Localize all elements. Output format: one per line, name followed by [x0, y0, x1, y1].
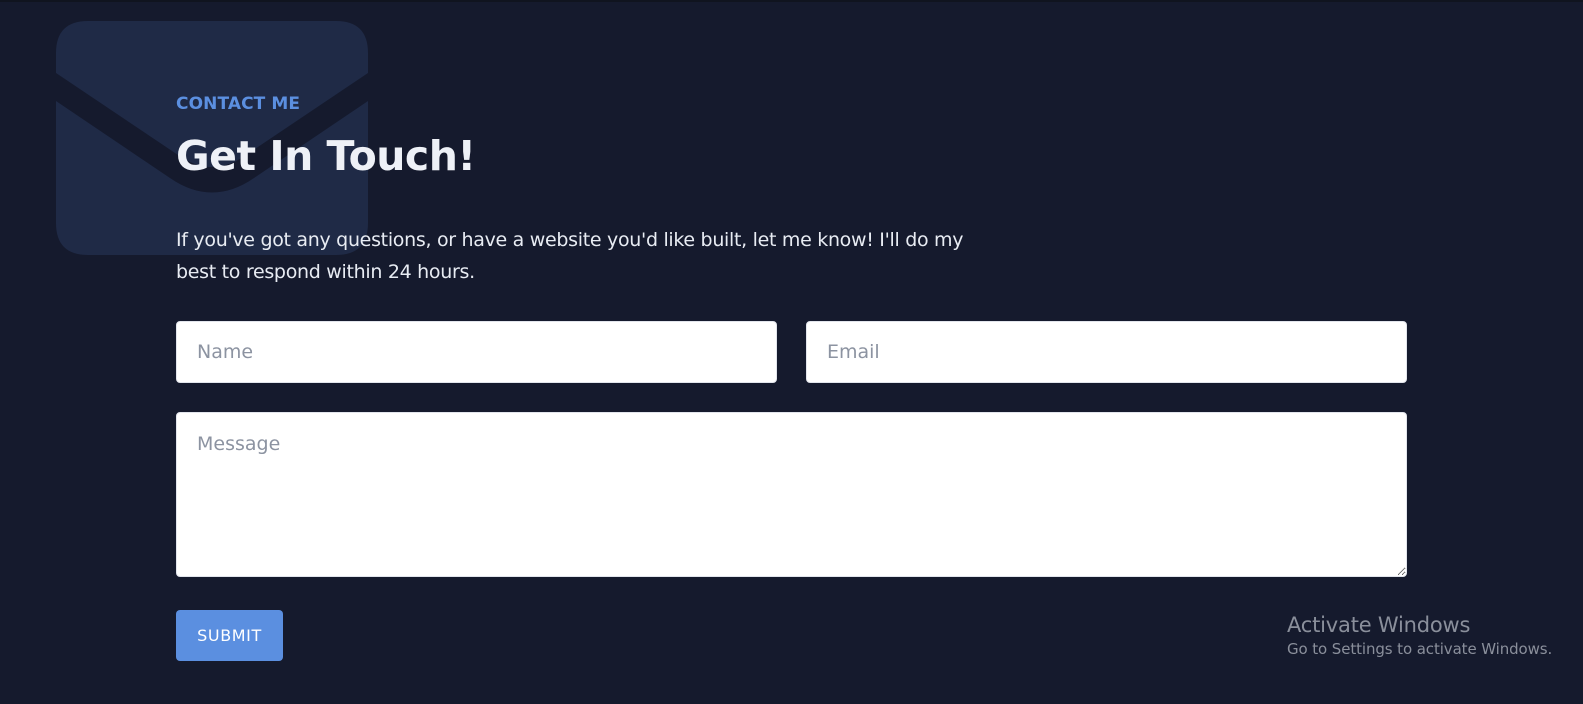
watermark-subtitle: Go to Settings to activate Windows. [1287, 640, 1553, 658]
watermark-title: Activate Windows [1287, 613, 1471, 637]
page-title: Get In Touch! [176, 132, 476, 180]
email-input[interactable] [806, 321, 1407, 383]
submit-button[interactable]: SUBMIT [176, 610, 283, 661]
message-textarea[interactable] [176, 412, 1407, 577]
activate-windows-watermark: Activate Windows Go to Settings to activ… [1287, 612, 1552, 660]
section-eyebrow: CONTACT ME [176, 94, 301, 114]
section-description: If you've got any questions, or have a w… [176, 229, 964, 283]
name-input[interactable] [176, 321, 777, 383]
top-border [0, 0, 1583, 2]
